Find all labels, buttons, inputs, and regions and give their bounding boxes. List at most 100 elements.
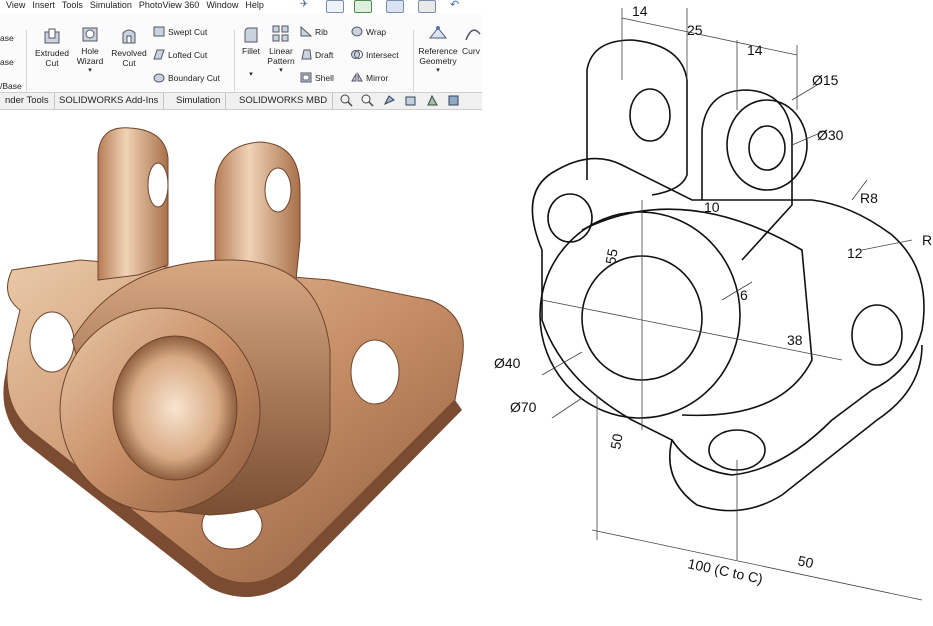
hole-wizard-button[interactable]: Hole Wizard ▾ <box>75 24 105 76</box>
section-view-icon[interactable] <box>404 94 417 107</box>
technical-drawing-panel: 14 25 14 Ø15 Ø30 R8 10 12 55 6 38 Ø40 Ø7… <box>482 0 933 626</box>
wrap-button[interactable]: Wrap <box>351 26 386 38</box>
menu-tools[interactable]: Tools <box>62 0 83 11</box>
undo-icon[interactable]: ↶ <box>450 0 459 11</box>
shell-icon <box>300 72 312 83</box>
tab-sketch-tools[interactable]: nder Tools <box>0 93 55 109</box>
pin-icon[interactable]: ✈ <box>300 0 308 10</box>
flange-hole-left <box>29 311 75 373</box>
curves-icon <box>465 29 481 41</box>
dropdown-arrow-icon[interactable]: ▾ <box>415 66 461 76</box>
boundary-cut-label: Boundary Cut <box>168 73 220 83</box>
open-icon[interactable] <box>354 0 372 13</box>
display-style-icon[interactable] <box>447 94 460 107</box>
cylinder-top-silhouette <box>581 208 813 417</box>
intersect-label: Intersect <box>366 50 399 60</box>
hole-wizard-icon <box>82 27 98 42</box>
dim-10: 10 <box>704 199 720 215</box>
draft-icon <box>301 49 312 60</box>
boss-base-partial-1[interactable]: ase <box>0 26 22 50</box>
dim-14-left: 14 <box>632 3 648 19</box>
boundary-cut-icon <box>153 73 165 83</box>
shell-label: Shell <box>315 73 334 83</box>
boss-base-partial-2[interactable]: ase <box>0 50 22 74</box>
extruded-cut-label-2: Cut <box>45 58 59 68</box>
new-document-icon[interactable] <box>326 0 344 13</box>
curves-button-partial[interactable]: Curv <box>462 24 482 56</box>
left-flange-hole <box>547 193 593 243</box>
wrap-icon <box>351 26 363 37</box>
base-outline <box>531 157 925 476</box>
tab-solidworks-mbd[interactable]: SOLIDWORKS MBD <box>234 93 334 109</box>
fillet-button[interactable]: Fillet ▾ <box>238 26 264 80</box>
boundary-cut-button[interactable]: Boundary Cut <box>153 72 220 84</box>
rib-button[interactable]: Rib <box>300 26 328 38</box>
view-toolbar <box>340 94 464 108</box>
draft-button[interactable]: Draft <box>300 49 333 61</box>
solidworks-window: View Insert Tools Simulation PhotoView 360 Wi… <box>0 0 483 626</box>
revolved-cut-button[interactable]: Revolved Cut <box>107 28 151 68</box>
previous-view-icon[interactable] <box>383 94 396 107</box>
menu-window[interactable]: Window <box>206 0 238 11</box>
mirror-button[interactable]: Mirror <box>351 72 388 84</box>
dim-6: 6 <box>740 287 748 303</box>
dropdown-arrow-icon[interactable]: ▾ <box>238 70 264 80</box>
swept-cut-icon <box>153 26 165 37</box>
right-lug <box>701 89 793 261</box>
flange-hole-right <box>350 339 400 405</box>
wrap-label: Wrap <box>366 27 387 37</box>
dim-dia-30: Ø30 <box>817 127 844 143</box>
dim-dia-15: Ø15 <box>812 72 839 88</box>
extruded-cut-button[interactable]: Extruded Cut <box>30 26 74 68</box>
linear-pattern-button[interactable]: Linear Pattern ▾ <box>265 24 297 76</box>
menu-help[interactable]: Help <box>245 0 264 11</box>
mirror-label: Mirror <box>366 73 389 83</box>
zoom-to-area-icon[interactable] <box>361 94 374 107</box>
dim-50-horizontal: 50 <box>796 552 815 571</box>
shell-button[interactable]: Shell <box>300 72 334 84</box>
extruded-cut-icon <box>44 28 60 44</box>
linear-pattern-icon <box>272 25 289 42</box>
save-icon[interactable] <box>386 0 404 13</box>
menu-photoview[interactable]: PhotoView 360 <box>139 0 199 11</box>
linear-pattern-label-1: Linear <box>269 46 293 56</box>
swept-cut-label: Swept Cut <box>168 27 208 37</box>
dim-dia-70: Ø70 <box>510 399 537 415</box>
revolved-cut-icon <box>122 29 136 44</box>
cylinder-bore <box>112 335 238 481</box>
hole-wizard-label-1: Hole <box>81 46 99 56</box>
3d-part-model[interactable] <box>0 110 482 626</box>
tab-solidworks-addins[interactable]: SOLIDWORKS Add-Ins <box>54 93 165 109</box>
lofted-cut-button[interactable]: Lofted Cut <box>153 49 207 61</box>
view-orientation-icon[interactable] <box>426 94 439 107</box>
dim-100-c-to-c: 100 (C to C) <box>686 555 764 587</box>
reference-geometry-label-2: Geometry <box>419 56 457 66</box>
zoom-to-fit-icon[interactable] <box>340 94 353 107</box>
revolved-cut-label-1: Revolved <box>111 48 147 58</box>
ribbon-features: ase ase /Base Extruded Cut Hole Wizard ▾… <box>0 14 482 102</box>
reference-geometry-button[interactable]: Reference Geometry ▾ <box>415 24 461 76</box>
menu-view[interactable]: View <box>6 0 25 11</box>
menu-insert[interactable]: Insert <box>32 0 55 11</box>
reference-geometry-label-1: Reference <box>418 46 458 56</box>
dim-38: 38 <box>787 332 803 348</box>
dropdown-arrow-icon[interactable]: ▾ <box>75 66 105 76</box>
draft-label: Draft <box>315 50 334 60</box>
dim-14-right: 14 <box>747 42 763 58</box>
mirror-icon <box>351 72 363 82</box>
main-cylinder-outer <box>539 211 741 419</box>
extruded-cut-label-1: Extruded <box>34 48 70 58</box>
print-icon[interactable] <box>418 0 436 13</box>
right-lug-outer <box>726 99 808 191</box>
dim-55: 55 <box>602 247 620 265</box>
linear-pattern-label-2: Pattern <box>267 56 295 66</box>
dim-25: 25 <box>687 22 703 38</box>
intersect-button[interactable]: Intersect <box>351 49 399 61</box>
rib-label: Rib <box>315 27 328 37</box>
menu-simulation[interactable]: Simulation <box>90 0 132 11</box>
lug-left-hole <box>147 162 169 208</box>
swept-cut-button[interactable]: Swept Cut <box>153 26 207 38</box>
tab-simulation[interactable]: Simulation <box>171 93 227 109</box>
dropdown-arrow-icon[interactable]: ▾ <box>265 66 297 76</box>
dim-r8: R8 <box>860 190 878 206</box>
